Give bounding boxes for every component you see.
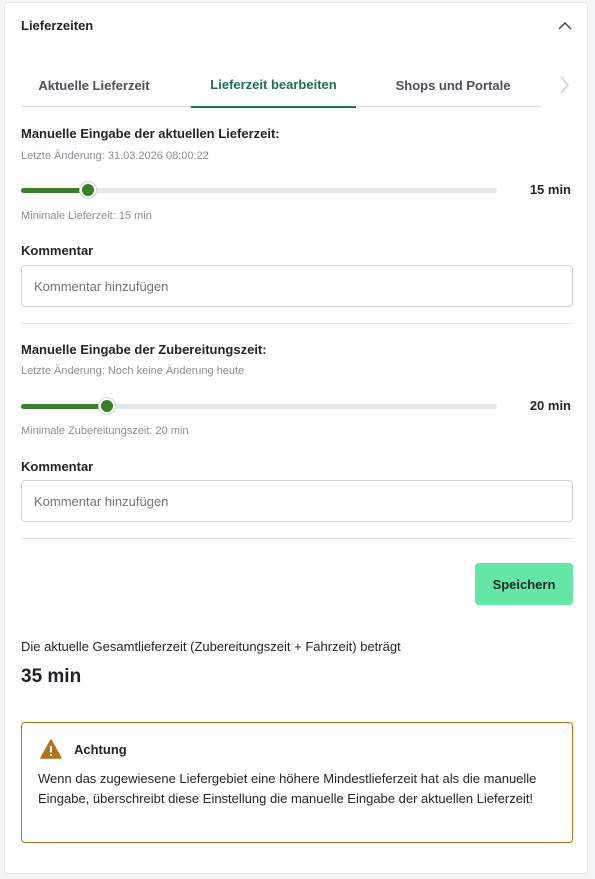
alert-body: Wenn das zugewiesene Liefergebiet eine h…: [38, 771, 537, 806]
total-delivery-time-text: Die aktuelle Gesamtlieferzeit (Zubereitu…: [21, 639, 401, 654]
save-button[interactable]: Speichern: [475, 563, 573, 605]
delivery-last-change: Letzte Änderung: 31.03.2026 08:00:22: [21, 150, 209, 162]
delivery-time-slider[interactable]: [21, 181, 497, 199]
tab-current-delivery-time[interactable]: Aktuelle Lieferzeit: [21, 63, 167, 107]
delivery-time-value: 15 min: [529, 182, 571, 197]
tab-shops-and-portals[interactable]: Shops und Portale: [377, 63, 529, 107]
alert-title: Achtung: [74, 742, 127, 757]
prep-last-change: Letzte Änderung: Noch keine Änderung heu…: [21, 365, 245, 377]
delivery-comment-input[interactable]: [21, 265, 573, 307]
delivery-section-title: Manuelle Eingabe der aktuellen Lieferzei…: [21, 126, 280, 141]
slider-fill: [21, 188, 88, 193]
tab-bar: Aktuelle Lieferzeit Lieferzeit bearbeite…: [21, 63, 541, 108]
warning-alert: Achtung Wenn das zugewiesene Liefergebie…: [21, 722, 573, 843]
prep-section-title: Manuelle Eingabe der Zubereitungszeit:: [21, 342, 267, 357]
tab-edit-delivery-time[interactable]: Lieferzeit bearbeiten: [191, 63, 356, 108]
slider-thumb[interactable]: [98, 398, 115, 414]
warning-icon: [40, 739, 62, 759]
slider-fill: [21, 404, 107, 409]
tabs-next-button[interactable]: [555, 71, 573, 99]
prep-comment-input[interactable]: [21, 480, 573, 522]
delivery-min-note: Minimale Lieferzeit: 15 min: [21, 210, 152, 222]
card-title: Lieferzeiten: [21, 18, 94, 33]
prep-min-note: Minimale Zubereitungszeit: 20 min: [21, 425, 189, 437]
slider-thumb[interactable]: [79, 182, 96, 198]
delivery-times-card: Lieferzeiten Aktuelle Lieferzeit Lieferz…: [4, 2, 588, 874]
chevron-right-icon: [560, 76, 569, 94]
divider: [21, 323, 573, 324]
chevron-up-icon: [558, 21, 572, 29]
divider: [21, 538, 573, 539]
prep-comment-label: Kommentar: [21, 459, 94, 474]
prep-time-value: 20 min: [529, 398, 571, 413]
total-delivery-time-value: 35 min: [21, 666, 82, 687]
delivery-comment-label: Kommentar: [21, 243, 94, 258]
collapse-button[interactable]: [553, 13, 577, 37]
prep-time-slider[interactable]: [21, 397, 497, 415]
